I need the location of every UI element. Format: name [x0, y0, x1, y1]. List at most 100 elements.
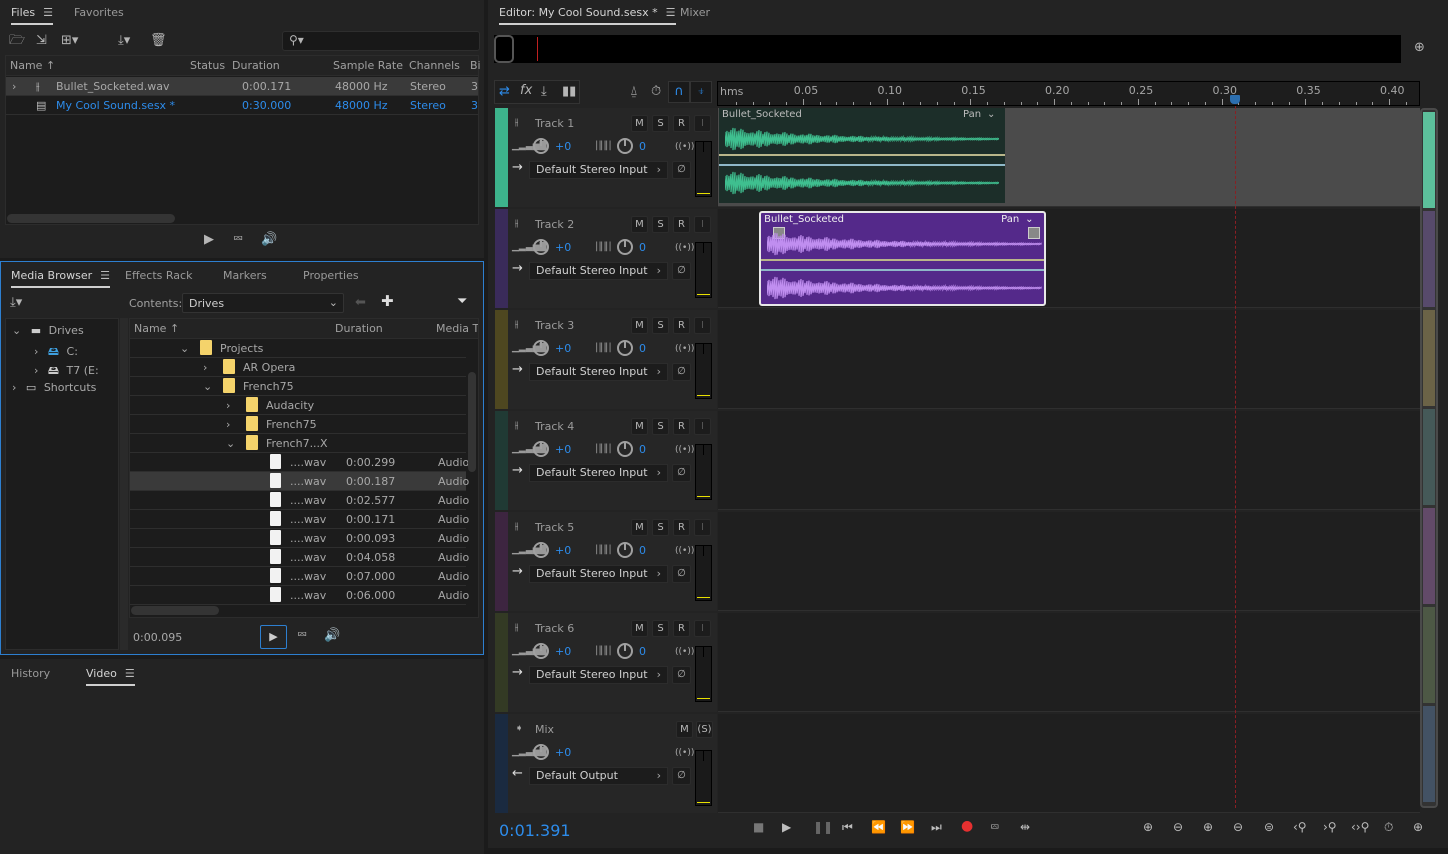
- media-row[interactable]: ....wav 0:07.000 Audio: [130, 567, 469, 586]
- play-icon[interactable]: ▶: [782, 820, 791, 834]
- volume-knob[interactable]: [533, 441, 549, 457]
- chevron-down-icon[interactable]: ⌄: [203, 380, 212, 393]
- splitter-handle[interactable]: [120, 318, 128, 650]
- col-channels[interactable]: Channels: [409, 59, 460, 72]
- output-select[interactable]: Default Output ›: [529, 767, 668, 785]
- track-button-i[interactable]: I: [694, 519, 711, 536]
- track-button-r[interactable]: R: [673, 317, 690, 334]
- back-arrow-icon[interactable]: ⬅: [355, 296, 366, 309]
- delete-icon[interactable]: 🗑: [150, 34, 167, 47]
- pan-value[interactable]: 0: [639, 443, 646, 456]
- col-name[interactable]: Name ↑: [10, 59, 55, 72]
- volume-value[interactable]: +0: [555, 544, 571, 557]
- volume-knob[interactable]: [533, 340, 549, 356]
- tab-files[interactable]: Files ☰: [11, 6, 54, 25]
- col-duration[interactable]: Duration: [232, 59, 280, 72]
- track-button-s[interactable]: (S): [696, 721, 713, 738]
- insert-into-multitrack-icon[interactable]: ⤓▾: [118, 34, 130, 47]
- sends-icon[interactable]: ⤓: [541, 85, 547, 98]
- track-button-m[interactable]: M: [631, 115, 648, 132]
- media-row[interactable]: ....wav 0:04.058 Audio: [130, 548, 469, 567]
- input-select[interactable]: Default Stereo Input ›: [529, 666, 668, 684]
- monitor-input-icon[interactable]: ((•)): [675, 647, 694, 657]
- track-name[interactable]: Track 3: [535, 319, 574, 332]
- phase-invert-button[interactable]: ∅: [672, 363, 691, 381]
- zoom-out-full-icon[interactable]: ⊜: [1264, 820, 1274, 834]
- media-row[interactable]: ....wav 0:06.000 Audio: [130, 586, 469, 605]
- chevron-down-icon[interactable]: ⌄: [180, 342, 189, 355]
- col-bits[interactable]: Bi: [470, 59, 481, 72]
- preview-play-button[interactable]: ▶: [260, 625, 287, 649]
- play-icon[interactable]: ▶: [204, 233, 214, 246]
- volume-value[interactable]: +0: [555, 342, 571, 355]
- pan-value[interactable]: 0: [639, 342, 646, 355]
- zoom-out-amplitude-icon[interactable]: ⊖: [1173, 820, 1183, 834]
- volume-value[interactable]: +0: [555, 443, 571, 456]
- import-drive-icon[interactable]: ⤓▾: [10, 296, 22, 309]
- contents-dropdown[interactable]: Drives ⌄: [182, 293, 344, 313]
- pan-envelope[interactable]: [761, 269, 1044, 271]
- skip-selection-icon[interactable]: ⇹: [1020, 820, 1030, 834]
- col-media-type[interactable]: Media Ty: [436, 322, 478, 335]
- new-file-icon[interactable]: ⊞▾: [61, 34, 78, 47]
- navigator-segment-5[interactable]: [1423, 508, 1435, 604]
- track-name[interactable]: Mix: [535, 723, 554, 736]
- record-icon[interactable]: ●: [961, 818, 973, 834]
- tree-item-drives[interactable]: ⌄ ▬ Drives: [12, 324, 84, 337]
- zoom-navigator-icon[interactable]: ⊕: [1414, 41, 1425, 54]
- track-button-s[interactable]: S: [652, 115, 669, 132]
- inputs-outputs-icon[interactable]: ⇄: [499, 85, 510, 98]
- pan-knob[interactable]: [617, 643, 633, 659]
- track-button-i[interactable]: I: [694, 418, 711, 435]
- track-name[interactable]: Track 4: [535, 420, 574, 433]
- track-button-r[interactable]: R: [673, 620, 690, 637]
- col-duration[interactable]: Duration: [335, 322, 383, 335]
- volume-value[interactable]: +0: [555, 645, 571, 658]
- expand-chevron-icon[interactable]: ›: [12, 80, 16, 93]
- pan-knob[interactable]: [617, 138, 633, 154]
- zoom-in-selection-start-icon[interactable]: ‹⚲: [1293, 820, 1307, 834]
- time-stretch-icon[interactable]: ⏱: [651, 85, 661, 98]
- track-name[interactable]: Track 5: [535, 521, 574, 534]
- snapping-button[interactable]: ∩: [668, 81, 690, 103]
- media-row[interactable]: ....wav 0:00.187 Audio: [130, 472, 469, 491]
- tree-item-c-drive[interactable]: › 🖴 C:: [34, 343, 78, 362]
- media-row[interactable]: ⌄ French7...X: [130, 434, 466, 453]
- chevron-right-icon[interactable]: ›: [226, 418, 230, 431]
- navigator-segment-6[interactable]: [1423, 607, 1435, 703]
- volume-knob[interactable]: [533, 643, 549, 659]
- tab-favorites[interactable]: Favorites: [74, 6, 124, 19]
- tab-markers[interactable]: Markers: [223, 269, 267, 282]
- fast-forward-icon[interactable]: ⏩: [900, 820, 915, 834]
- track-button-i[interactable]: I: [694, 216, 711, 233]
- track-button-m[interactable]: M: [676, 721, 693, 738]
- phase-invert-button[interactable]: ∅: [672, 767, 691, 785]
- pan-value[interactable]: 0: [639, 544, 646, 557]
- track-lane[interactable]: [718, 310, 1420, 409]
- go-to-start-icon[interactable]: ⏮: [842, 820, 853, 835]
- file-row[interactable]: ▤ My Cool Sound.sesx * 0:30.000 48000 Hz…: [6, 96, 478, 115]
- phase-invert-button[interactable]: ∅: [672, 161, 691, 179]
- track-lane[interactable]: [718, 613, 1420, 712]
- pan-knob[interactable]: [617, 441, 633, 457]
- phase-invert-button[interactable]: ∅: [672, 464, 691, 482]
- media-row[interactable]: › Audacity: [130, 396, 466, 415]
- track-button-s[interactable]: S: [652, 519, 669, 536]
- volume-value[interactable]: +0: [555, 140, 571, 153]
- loop-icon[interactable]: ⮹: [297, 629, 307, 642]
- media-row[interactable]: ....wav 0:00.299 Audio: [130, 453, 469, 472]
- metronome-icon[interactable]: ⍙: [630, 85, 638, 98]
- media-row[interactable]: ....wav 0:00.171 Audio: [130, 510, 469, 529]
- autoplay-icon[interactable]: 🔊: [261, 233, 277, 246]
- navigator-segment-1[interactable]: [1423, 112, 1435, 208]
- clip-pan-dropdown[interactable]: Pan ⌄: [1001, 214, 1033, 225]
- eq-icon[interactable]: ▮▮: [562, 85, 576, 98]
- track-button-s[interactable]: S: [652, 317, 669, 334]
- volume-envelope[interactable]: [719, 154, 1006, 156]
- track-button-m[interactable]: M: [631, 317, 648, 334]
- zoom-to-time-icon[interactable]: ⏱: [1384, 820, 1393, 835]
- file-row[interactable]: › ⫲ Bullet_Socketed.wav 0:00.171 48000 H…: [6, 77, 478, 96]
- media-row[interactable]: › AR Opera: [130, 358, 466, 377]
- input-select[interactable]: Default Stereo Input ›: [529, 565, 668, 583]
- volume-envelope[interactable]: [761, 259, 1044, 261]
